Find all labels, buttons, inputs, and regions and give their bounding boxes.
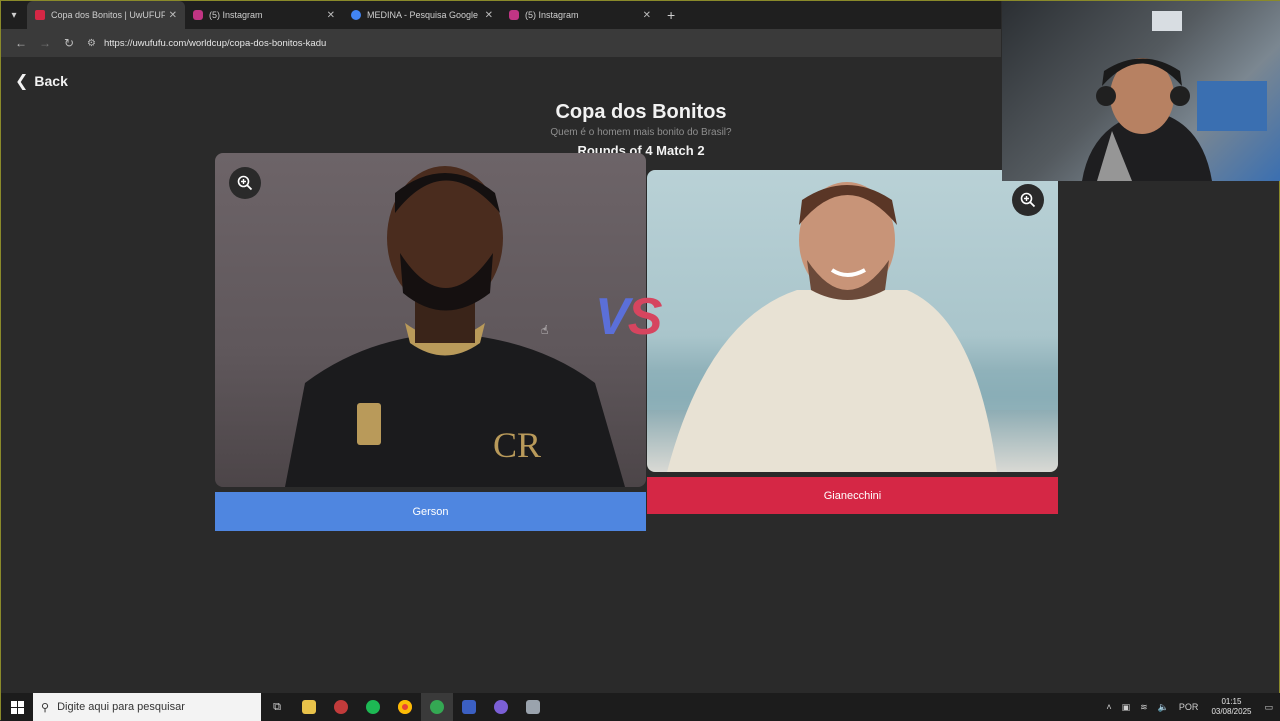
chevron-left-icon: ❮ bbox=[15, 73, 29, 90]
app-icon-gray[interactable] bbox=[517, 693, 549, 721]
language-indicator[interactable]: POR bbox=[1179, 702, 1199, 712]
taskbar-search-box[interactable]: ⚲ Digite aqui para pesquisar bbox=[33, 693, 261, 721]
versus-label: VS bbox=[595, 288, 662, 346]
svg-text:CR: CR bbox=[493, 425, 541, 465]
chrome-icon[interactable] bbox=[389, 693, 421, 721]
discord-icon[interactable] bbox=[485, 693, 517, 721]
tab-google-search[interactable]: MEDINA - Pesquisa Google ✕ bbox=[343, 1, 501, 29]
back-label: Back bbox=[34, 73, 68, 89]
clock-time: 01:15 bbox=[1221, 697, 1242, 706]
url-text: https://uwufufu.com/worldcup/copa-dos-bo… bbox=[103, 37, 327, 49]
webcam-overlay bbox=[1002, 1, 1280, 181]
tab-instagram-2[interactable]: (5) Instagram ✕ bbox=[501, 1, 659, 29]
right-candidate-image[interactable] bbox=[647, 170, 1058, 472]
choose-right-button[interactable]: Gianecchini bbox=[647, 477, 1058, 514]
app-icon-generic[interactable] bbox=[325, 693, 357, 721]
notifications-icon[interactable]: ▭ bbox=[1264, 702, 1273, 713]
volume-icon[interactable]: 🔈 bbox=[1158, 702, 1169, 713]
uwufufu-favicon-icon bbox=[35, 10, 45, 20]
close-tab-icon[interactable]: ✕ bbox=[327, 10, 335, 21]
webcam-person-illustration bbox=[1082, 11, 1267, 181]
start-button[interactable] bbox=[1, 693, 33, 721]
url-field[interactable]: ⚙ https://uwufufu.com/worldcup/copa-dos-… bbox=[87, 33, 987, 53]
new-tab-plus-icon[interactable]: + bbox=[667, 7, 675, 23]
clock[interactable]: 01:15 03/08/2025 bbox=[1211, 697, 1251, 717]
zoom-in-icon bbox=[1020, 192, 1036, 208]
file-explorer-icon[interactable] bbox=[293, 693, 325, 721]
windows-logo-icon bbox=[10, 700, 24, 714]
task-view-icon[interactable]: ⧉ bbox=[261, 693, 293, 721]
page-title: Copa dos Bonitos bbox=[555, 101, 727, 123]
right-person-illustration bbox=[647, 182, 1058, 472]
instagram-favicon-icon bbox=[193, 10, 203, 20]
zoom-in-icon bbox=[237, 175, 253, 191]
tab-instagram-1[interactable]: (5) Instagram ✕ bbox=[185, 1, 343, 29]
reload-icon[interactable]: ↻ bbox=[57, 36, 81, 50]
tab-copa-dos-bonitos[interactable]: Copa dos Bonitos | UwUFUFU ✕ bbox=[27, 1, 185, 29]
back-arrow-icon[interactable]: ← bbox=[9, 36, 33, 50]
left-person-illustration: CR bbox=[285, 166, 625, 487]
screen-frame: ▾ Copa dos Bonitos | UwUFUFU ✕ (5) Insta… bbox=[0, 0, 1280, 721]
google-favicon-icon bbox=[351, 10, 361, 20]
zoom-right-button[interactable] bbox=[1012, 184, 1044, 216]
network-icon[interactable]: ▣ bbox=[1122, 702, 1131, 713]
address-bar: ← → ↻ ⚙ https://uwufufu.com/worldcup/cop… bbox=[1, 29, 1001, 57]
tab-bar: ▾ Copa dos Bonitos | UwUFUFU ✕ (5) Insta… bbox=[1, 1, 1001, 29]
windows-taskbar: ⚲ Digite aqui para pesquisar ⧉ ˄ ▣ ≋ 🔈 P… bbox=[1, 693, 1280, 721]
search-icon: ⚲ bbox=[41, 701, 50, 714]
close-tab-icon[interactable]: ✕ bbox=[169, 10, 177, 21]
system-tray: ˄ ▣ ≋ 🔈 POR 01:15 03/08/2025 ▭ bbox=[1101, 693, 1280, 721]
wifi-icon[interactable]: ≋ bbox=[1140, 702, 1148, 713]
page-subtitle: Quem é o homem mais bonito do Brasil? bbox=[550, 127, 732, 138]
taskbar-search-placeholder: Digite aqui para pesquisar bbox=[57, 701, 185, 713]
zoom-left-button[interactable] bbox=[229, 167, 261, 199]
site-info-icon[interactable]: ⚙ bbox=[87, 38, 96, 49]
spotify-icon[interactable] bbox=[357, 693, 389, 721]
tab-search-chevron-icon[interactable]: ▾ bbox=[1, 1, 27, 29]
chevron-up-icon[interactable]: ˄ bbox=[1106, 702, 1111, 712]
close-tab-icon[interactable]: ✕ bbox=[485, 10, 493, 21]
back-link[interactable]: ❮ Back bbox=[15, 71, 68, 91]
close-tab-icon[interactable]: ✕ bbox=[643, 10, 651, 21]
instagram-favicon-icon bbox=[509, 10, 519, 20]
forward-arrow-icon[interactable]: → bbox=[33, 36, 57, 50]
clock-date: 03/08/2025 bbox=[1211, 707, 1252, 716]
mouse-cursor-icon: ☝ bbox=[541, 323, 549, 337]
app-icon-blue[interactable] bbox=[453, 693, 485, 721]
left-candidate-image[interactable]: CR bbox=[215, 153, 646, 487]
choose-left-button[interactable]: Gerson bbox=[215, 492, 646, 531]
browser-icon-active[interactable] bbox=[421, 693, 453, 721]
